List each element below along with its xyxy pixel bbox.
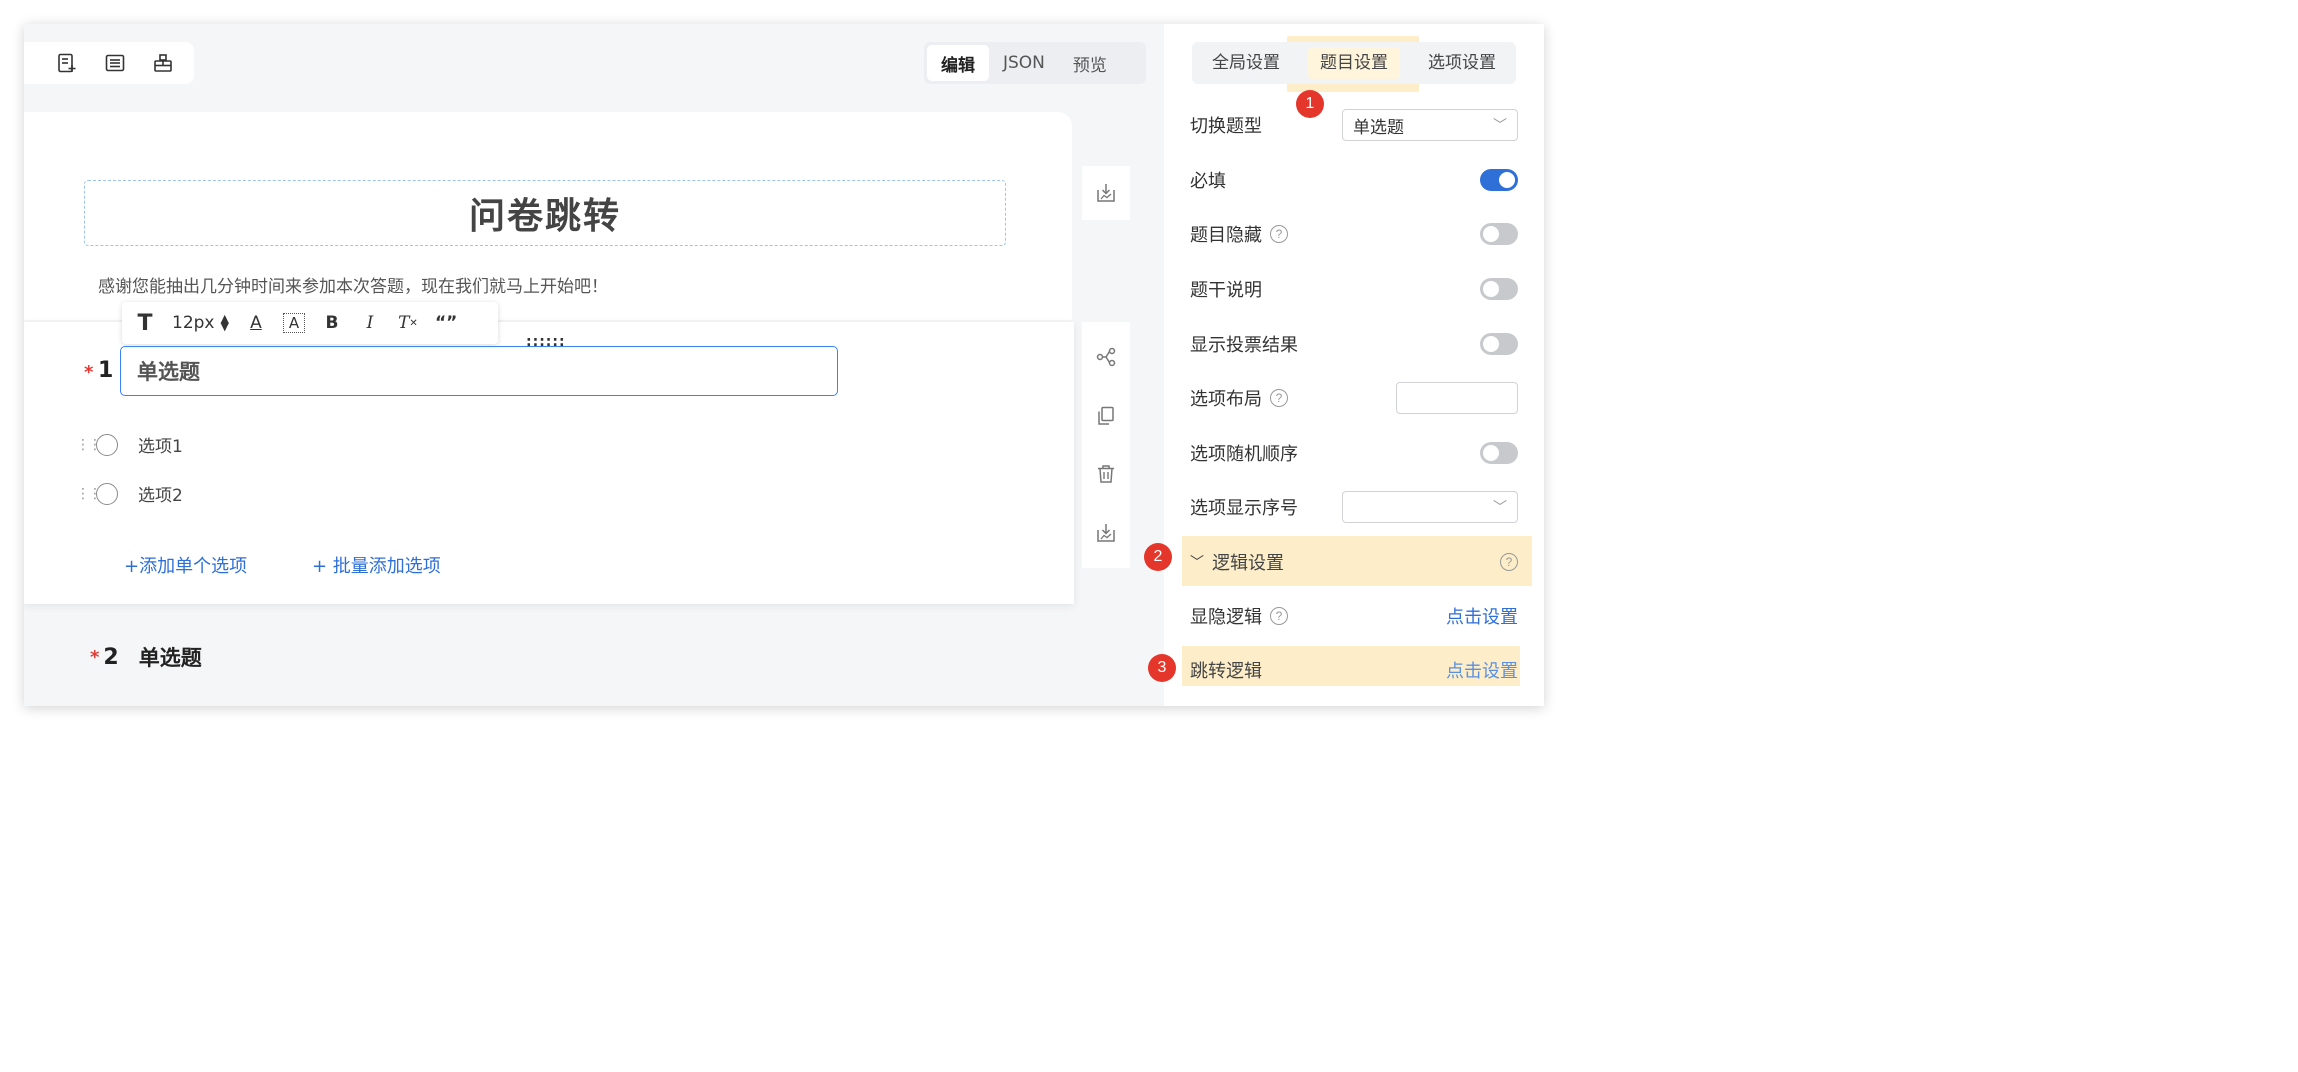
visibility-logic-label: 显隐逻辑 xyxy=(1190,607,1262,628)
bold-icon[interactable]: B xyxy=(321,309,343,337)
tab-question-settings-label: 题目设置 xyxy=(1308,47,1400,79)
row-layout: 选项布局? xyxy=(1190,378,1518,418)
row-hide: 题目隐藏? xyxy=(1190,214,1518,254)
font-color-icon[interactable]: A xyxy=(245,309,267,337)
show-index-select[interactable]: ﹀ xyxy=(1342,491,1518,523)
random-toggle[interactable] xyxy=(1480,442,1518,464)
quote-icon[interactable]: “” xyxy=(435,309,457,337)
annotation-badge-1: 1 xyxy=(1296,90,1324,118)
logic-section-header[interactable]: ﹀ 逻辑设置 ? xyxy=(1190,542,1518,582)
canvas-top xyxy=(24,112,1072,172)
question-number: 1 xyxy=(98,358,114,383)
keyboard-icon[interactable] xyxy=(104,52,126,74)
switch-type-label: 切换题型 xyxy=(1190,116,1262,137)
option-row[interactable]: ⋮⋮ 选项2 xyxy=(76,481,183,506)
row-required: 必填 xyxy=(1190,160,1518,200)
stepper-icon: ▲ ▼ xyxy=(220,312,229,333)
tab-question-settings[interactable]: 题目设置 xyxy=(1300,42,1408,84)
question-number: 2 xyxy=(103,644,119,670)
required-label: 必填 xyxy=(1190,171,1226,192)
question-title: 单选题 xyxy=(138,646,202,670)
row-stem-desc: 题干说明 xyxy=(1190,269,1518,309)
clear-format-icon[interactable]: T ✕ xyxy=(397,309,419,337)
hide-label: 题目隐藏 xyxy=(1190,225,1262,246)
visibility-logic-link[interactable]: 点击设置 xyxy=(1446,603,1518,629)
row-random: 选项随机顺序 xyxy=(1190,433,1518,473)
add-batch-options-link[interactable]: + 批量添加选项 xyxy=(312,552,441,578)
radio-icon xyxy=(96,433,118,456)
mode-json-button[interactable]: JSON xyxy=(989,45,1059,81)
add-single-option-link[interactable]: +添加单个选项 xyxy=(124,552,247,578)
logic-section-title: 逻辑设置 xyxy=(1212,553,1284,574)
show-index-label: 选项显示序号 xyxy=(1190,498,1298,519)
row-show-index: 选项显示序号 ﹀ xyxy=(1190,487,1518,527)
annotation-badge-2: 2 xyxy=(1144,543,1172,571)
save-template-icon[interactable] xyxy=(1094,521,1118,545)
font-size-value: 12px xyxy=(172,313,215,333)
layout-label: 选项布局 xyxy=(1190,389,1262,410)
mode-preview-button[interactable]: 预览 xyxy=(1059,45,1121,81)
question-type-value: 单选题 xyxy=(1353,117,1404,138)
vote-result-toggle[interactable] xyxy=(1480,333,1518,355)
italic-icon[interactable]: I xyxy=(359,309,381,337)
row-vote-result: 显示投票结果 xyxy=(1190,324,1518,364)
required-toggle[interactable] xyxy=(1480,169,1518,191)
help-icon[interactable]: ? xyxy=(1500,553,1518,571)
hide-toggle[interactable] xyxy=(1480,223,1518,245)
question-title-input[interactable]: 单选题 xyxy=(120,346,838,396)
row-jump-logic: 跳转逻辑 点击设置 xyxy=(1190,650,1518,690)
survey-title[interactable]: 问卷跳转 xyxy=(84,180,1006,246)
structure-icon[interactable] xyxy=(152,52,174,74)
font-size-select[interactable]: 12px ▲ ▼ xyxy=(172,309,229,337)
logic-icon[interactable] xyxy=(1094,345,1118,369)
jump-logic-label: 跳转逻辑 xyxy=(1190,661,1262,682)
row-visibility-logic: 显隐逻辑? 点击设置 xyxy=(1190,596,1518,636)
required-mark: * xyxy=(84,362,94,383)
settings-tabs: 全局设置 题目设置 选项设置 xyxy=(1192,42,1516,84)
mode-switch: 编辑 JSON 预览 xyxy=(924,42,1146,84)
icon-toolbar xyxy=(24,42,194,84)
survey-description[interactable]: 感谢您能抽出几分钟时间来参加本次答题，现在我们就马上开始吧！ xyxy=(98,272,608,297)
save-template-icon[interactable] xyxy=(1094,181,1118,205)
format-toolbar: T 12px ▲ ▼ A A B I T ✕ “” xyxy=(122,302,498,344)
help-icon[interactable]: ? xyxy=(1270,389,1288,407)
mode-edit-button[interactable]: 编辑 xyxy=(927,45,989,81)
editor-window: 编辑 JSON 预览 问卷跳转 感谢您能抽出几分钟时间来参加本次答题，现在我们就… xyxy=(24,24,1544,706)
help-icon[interactable]: ? xyxy=(1270,225,1288,243)
add-question-icon[interactable] xyxy=(56,52,78,74)
copy-icon[interactable] xyxy=(1094,404,1118,428)
jump-logic-link[interactable]: 点击设置 xyxy=(1446,657,1518,683)
option-label[interactable]: 选项1 xyxy=(138,432,183,457)
annotation-badge-3: 3 xyxy=(1148,654,1176,682)
chevron-down-icon: ﹀ xyxy=(1493,500,1507,516)
required-mark: * xyxy=(90,646,100,668)
layout-input[interactable] xyxy=(1396,382,1518,414)
random-label: 选项随机顺序 xyxy=(1190,444,1298,465)
tab-global-settings[interactable]: 全局设置 xyxy=(1192,42,1300,84)
chevron-down-icon: ﹀ xyxy=(1493,118,1507,134)
question-card-2[interactable]: * 2 单选题 xyxy=(90,642,202,672)
text-style-icon[interactable]: T xyxy=(134,309,156,337)
stem-desc-label: 题干说明 xyxy=(1190,280,1262,301)
option-drag-icon[interactable]: ⋮⋮ xyxy=(76,437,102,453)
stem-desc-toggle[interactable] xyxy=(1480,278,1518,300)
highlight-color-icon[interactable]: A xyxy=(282,313,305,333)
row-switch-type: 切换题型 单选题 ﹀ xyxy=(1190,105,1518,145)
delete-icon[interactable] xyxy=(1094,462,1118,486)
header-action-bar xyxy=(1082,166,1130,220)
option-row[interactable]: ⋮⋮ 选项1 xyxy=(76,432,183,457)
question-action-bar xyxy=(1082,322,1130,568)
help-icon[interactable]: ? xyxy=(1270,607,1288,625)
option-drag-icon[interactable]: ⋮⋮ xyxy=(76,486,102,502)
question-type-select[interactable]: 单选题 ﹀ xyxy=(1342,109,1518,141)
vote-result-label: 显示投票结果 xyxy=(1190,335,1298,356)
radio-icon xyxy=(96,482,118,505)
tab-option-settings[interactable]: 选项设置 xyxy=(1408,42,1516,84)
chevron-down-icon: ﹀ xyxy=(1190,555,1204,571)
option-label[interactable]: 选项2 xyxy=(138,481,183,506)
